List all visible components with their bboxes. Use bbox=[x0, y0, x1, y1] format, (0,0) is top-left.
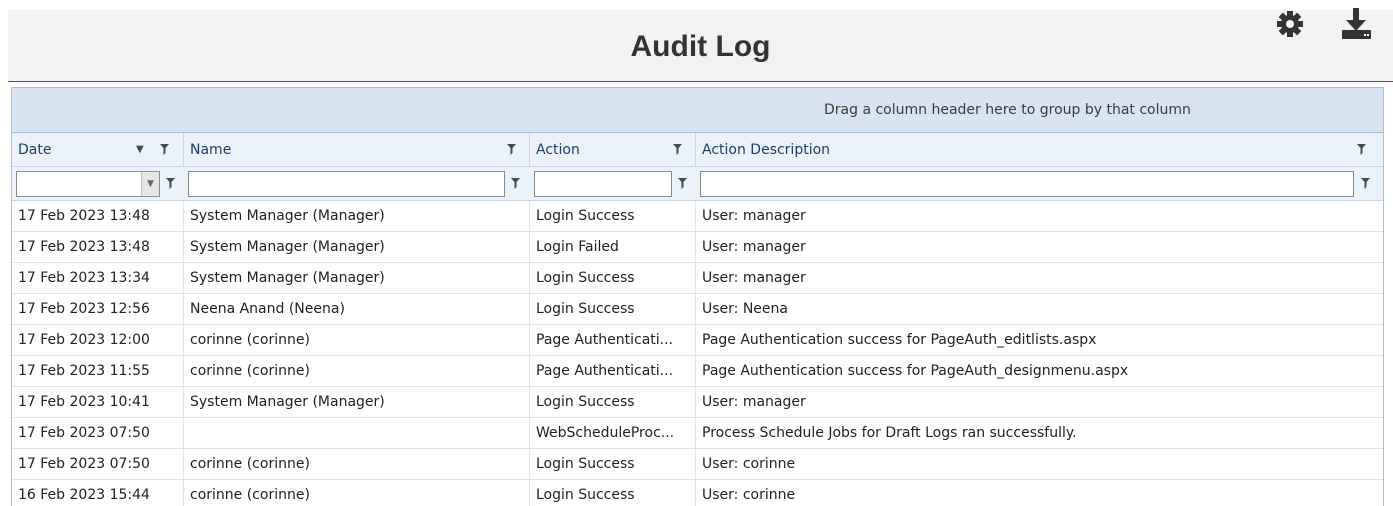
filter-cell-date: ▼ bbox=[12, 167, 184, 200]
action-cell: Login Success bbox=[530, 294, 696, 324]
date-cell: 17 Feb 2023 13:48 bbox=[12, 232, 184, 262]
date-cell: 16 Feb 2023 15:44 bbox=[12, 480, 184, 506]
filter-cell-action bbox=[530, 167, 696, 200]
chevron-down-icon[interactable]: ▼ bbox=[141, 172, 159, 196]
description-cell: User: corinne bbox=[702, 487, 796, 503]
description-cell: User: manager bbox=[702, 208, 806, 224]
date-cell: 17 Feb 2023 07:50 bbox=[12, 418, 184, 448]
name-cell: corinne (corinne) bbox=[184, 325, 530, 355]
description-cell: Page Authentication success for PageAuth… bbox=[702, 332, 1097, 348]
date-cell: 17 Feb 2023 12:56 bbox=[12, 294, 184, 324]
column-header-date[interactable]: Date ▼ bbox=[12, 133, 184, 166]
action-filter-input[interactable] bbox=[534, 171, 672, 197]
date-cell: 17 Feb 2023 10:41 bbox=[12, 387, 184, 417]
name-cell: System Manager (Manager) bbox=[184, 263, 530, 293]
download-icon bbox=[1342, 8, 1371, 39]
action-cell: Login Success bbox=[530, 387, 696, 417]
name-cell bbox=[184, 418, 530, 448]
filter-cell-action-description bbox=[696, 167, 1383, 200]
table-row[interactable]: 17 Feb 2023 11:55 corinne (corinne) Page… bbox=[12, 356, 1383, 387]
filter-cell-name bbox=[184, 167, 530, 200]
name-cell: corinne (corinne) bbox=[184, 449, 530, 479]
filter-icon[interactable] bbox=[1355, 133, 1367, 166]
page-title: Audit Log bbox=[630, 30, 771, 63]
action-cell: Login Success bbox=[530, 480, 696, 506]
description-cell: User: Neena bbox=[702, 301, 788, 317]
filter-icon[interactable] bbox=[671, 133, 683, 166]
name-cell: System Manager (Manager) bbox=[184, 201, 530, 231]
date-filter-input[interactable]: ▼ bbox=[16, 171, 160, 197]
date-cell: 17 Feb 2023 11:55 bbox=[12, 356, 184, 386]
date-cell: 17 Feb 2023 13:34 bbox=[12, 263, 184, 293]
date-cell: 17 Feb 2023 13:48 bbox=[12, 201, 184, 231]
name-cell: Neena Anand (Neena) bbox=[184, 294, 530, 324]
table-row[interactable]: 17 Feb 2023 13:34 System Manager (Manage… bbox=[12, 263, 1383, 294]
action-cell: Page Authenticati... bbox=[530, 356, 696, 386]
table-row[interactable]: 17 Feb 2023 13:48 System Manager (Manage… bbox=[12, 232, 1383, 263]
name-cell: corinne (corinne) bbox=[184, 356, 530, 386]
description-cell: User: corinne bbox=[702, 456, 796, 472]
filter-icon[interactable] bbox=[158, 133, 170, 166]
filter-icon[interactable] bbox=[676, 167, 688, 200]
table-row[interactable]: 17 Feb 2023 10:41 System Manager (Manage… bbox=[12, 387, 1383, 418]
table-row[interactable]: 17 Feb 2023 12:56 Neena Anand (Neena) Lo… bbox=[12, 294, 1383, 325]
column-header-label: Name bbox=[190, 142, 232, 158]
column-header-row: Date ▼ Name Action Action Description bbox=[12, 133, 1383, 167]
action-cell: Login Success bbox=[530, 263, 696, 293]
date-cell: 17 Feb 2023 12:00 bbox=[12, 325, 184, 355]
sort-descending-icon[interactable]: ▼ bbox=[136, 133, 144, 167]
filter-icon[interactable] bbox=[164, 167, 176, 200]
table-row[interactable]: 16 Feb 2023 15:44 corinne (corinne) Logi… bbox=[12, 480, 1383, 506]
action-cell: Login Success bbox=[530, 201, 696, 231]
download-button[interactable] bbox=[1334, 0, 1378, 44]
group-by-panel[interactable]: Drag a column header here to group by th… bbox=[12, 88, 1383, 133]
filter-icon[interactable] bbox=[505, 133, 517, 166]
settings-button[interactable] bbox=[1268, 2, 1312, 46]
action-cell: Page Authenticati... bbox=[530, 325, 696, 355]
name-cell: System Manager (Manager) bbox=[184, 387, 530, 417]
table-row[interactable]: 17 Feb 2023 13:48 System Manager (Manage… bbox=[12, 201, 1383, 232]
filter-icon[interactable] bbox=[509, 167, 521, 200]
action-cell: WebScheduleProc... bbox=[530, 418, 696, 448]
table-row[interactable]: 17 Feb 2023 12:00 corinne (corinne) Page… bbox=[12, 325, 1383, 356]
date-cell: 17 Feb 2023 07:50 bbox=[12, 449, 184, 479]
description-cell: Page Authentication success for PageAuth… bbox=[702, 363, 1129, 379]
table-row[interactable]: 17 Feb 2023 07:50 corinne (corinne) Logi… bbox=[12, 449, 1383, 480]
name-cell: corinne (corinne) bbox=[184, 480, 530, 506]
page-header: Audit Log bbox=[8, 10, 1393, 82]
column-header-action[interactable]: Action bbox=[530, 133, 696, 166]
column-header-action-description[interactable]: Action Description bbox=[696, 133, 1383, 166]
name-filter-input[interactable] bbox=[188, 171, 505, 197]
table-row[interactable]: 17 Feb 2023 07:50 WebScheduleProc... Pro… bbox=[12, 418, 1383, 449]
description-filter-input[interactable] bbox=[700, 171, 1354, 197]
column-header-name[interactable]: Name bbox=[184, 133, 530, 166]
gear-icon bbox=[1277, 11, 1303, 37]
column-header-label: Date bbox=[18, 142, 52, 158]
description-cell: User: manager bbox=[702, 239, 806, 255]
name-cell: System Manager (Manager) bbox=[184, 232, 530, 262]
action-cell: Login Failed bbox=[530, 232, 696, 262]
action-cell: Login Success bbox=[530, 449, 696, 479]
audit-log-grid: Drag a column header here to group by th… bbox=[11, 87, 1384, 506]
filter-row: ▼ bbox=[12, 167, 1383, 201]
description-cell: Process Schedule Jobs for Draft Logs ran… bbox=[702, 425, 1077, 441]
description-cell: User: manager bbox=[702, 270, 806, 286]
description-cell: User: manager bbox=[702, 394, 806, 410]
filter-icon[interactable] bbox=[1359, 167, 1371, 200]
column-header-label: Action bbox=[536, 142, 580, 158]
column-header-label: Action Description bbox=[702, 142, 831, 158]
